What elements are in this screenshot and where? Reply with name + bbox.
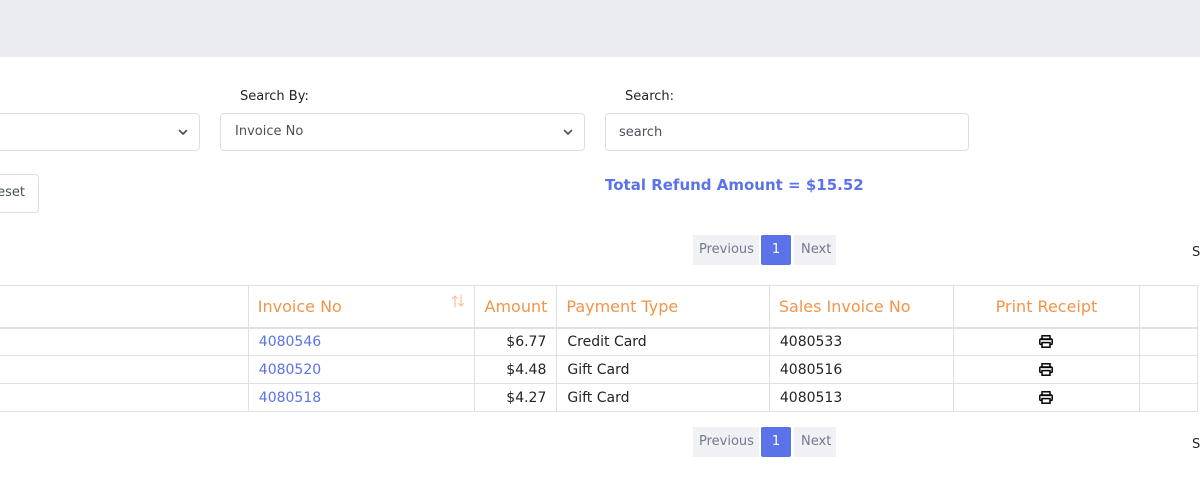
table-header-row: Invoice No Amount Payment Type Sales Inv… [0,285,1199,329]
search-input[interactable] [605,113,969,151]
sales-invoice-no-cell: 4080533 [768,327,955,356]
pagination-bottom: Previous 1 Next [693,427,836,457]
table-row: 4080546 $6.77 Credit Card 4080533 [0,327,1199,356]
reset-button[interactable]: Reset [0,174,39,213]
payment-type-cell: Gift Card [556,383,770,412]
column-header-print-receipt[interactable]: Print Receipt [953,285,1140,329]
column-header-amount[interactable]: Amount [474,285,558,329]
sales-invoice-no-cell: 4080516 [768,355,955,384]
print-receipt-cell [953,355,1140,384]
row-last-cell [1138,327,1199,356]
page-size-text-top: S [1192,245,1200,260]
column-header-invoice-no-label: Invoice No [257,296,342,316]
chevron-down-icon [178,129,188,135]
search-by-label: Search By: [240,89,309,104]
next-page-button[interactable]: Next [794,235,836,265]
top-bar [0,0,1200,57]
page-size-text-bottom: S [1192,437,1200,452]
column-header-last[interactable] [1138,285,1199,329]
row-first-cell [0,327,249,356]
pagination-top: Previous 1 Next [693,235,836,265]
sort-arrows-icon[interactable] [450,293,466,309]
search-by-select[interactable]: Invoice No [220,113,585,151]
payment-type-cell: Gift Card [556,355,770,384]
row-first-cell [0,383,249,412]
previous-page-button[interactable]: Previous [693,235,759,265]
amount-cell: $4.48 [474,355,558,384]
total-refund-amount: Total Refund Amount = $15.52 [605,176,864,194]
invoice-no-link[interactable]: 4080546 [247,327,476,356]
sales-invoice-no-cell: 4080513 [768,383,955,412]
amount-cell: $6.77 [474,327,558,356]
print-receipt-cell [953,327,1140,356]
printer-icon[interactable] [1039,391,1054,404]
table-row: 4080518 $4.27 Gift Card 4080513 [0,383,1199,412]
column-header-payment-type[interactable]: Payment Type [556,285,770,329]
amount-cell: $4.27 [474,383,558,412]
previous-page-button[interactable]: Previous [693,427,759,457]
page-1-button[interactable]: 1 [761,427,791,457]
row-last-cell [1138,383,1199,412]
invoice-no-link[interactable]: 4080518 [247,383,476,412]
column-header-first[interactable] [0,285,249,329]
search-label: Search: [625,89,675,104]
column-header-invoice-no[interactable]: Invoice No [247,285,476,329]
filter-select[interactable] [0,113,200,151]
printer-icon[interactable] [1039,335,1054,349]
column-header-sales-invoice-no[interactable]: Sales Invoice No [768,285,955,329]
next-page-button[interactable]: Next [794,427,836,457]
page-1-button[interactable]: 1 [761,235,791,265]
chevron-down-icon [563,129,573,135]
printer-icon[interactable] [1039,363,1054,376]
row-first-cell [0,355,249,384]
refund-table: Invoice No Amount Payment Type Sales Inv… [0,285,1199,412]
payment-type-cell: Credit Card [556,327,770,356]
search-by-value: Invoice No [235,124,304,139]
print-receipt-cell [953,383,1140,412]
invoice-no-link[interactable]: 4080520 [247,355,476,384]
table-row: 4080520 $4.48 Gift Card 4080516 [0,355,1199,384]
row-last-cell [1138,355,1199,384]
